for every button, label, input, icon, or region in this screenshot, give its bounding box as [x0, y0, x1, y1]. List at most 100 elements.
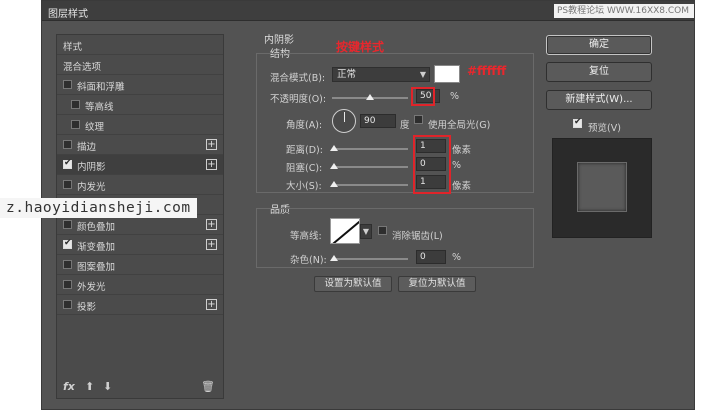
choke-label: 阻塞(C):: [286, 163, 323, 174]
style-item-outer-glow[interactable]: 外发光: [57, 275, 223, 295]
style-item-label: 内阴影: [77, 162, 106, 173]
style-item-contour[interactable]: 等高线: [57, 95, 223, 115]
angle-input[interactable]: 90: [360, 114, 396, 128]
opacity-label: 不透明度(O):: [270, 94, 327, 105]
opacity-highlight: [411, 87, 435, 106]
style-item-label: 外发光: [77, 282, 106, 293]
reset-button[interactable]: 复位: [546, 62, 652, 82]
blend-mode-label: 混合模式(B):: [270, 73, 326, 84]
add-inner-shadow-button[interactable]: +: [206, 159, 217, 170]
move-down-icon[interactable]: ⬇: [103, 380, 112, 393]
watermark-top: PS教程论坛 WWW.16XX8.COM: [554, 4, 694, 18]
distance-unit: 像素: [452, 145, 472, 156]
color-annotation: #ffffff: [467, 64, 507, 78]
styles-panel-toolbar: fx ⬆ ⬇ 🗑: [57, 376, 223, 398]
shadow-color-swatch[interactable]: [434, 65, 460, 83]
contour-label: 等高线:: [290, 231, 322, 242]
style-item-gradient-overlay[interactable]: 渐变叠加 +: [57, 235, 223, 255]
antialias-checkbox[interactable]: [378, 226, 387, 235]
contour-dropdown[interactable]: ▼: [360, 224, 372, 239]
noise-unit: %: [452, 252, 462, 263]
opacity-slider-thumb[interactable]: [366, 94, 374, 100]
ok-button[interactable]: 确定: [546, 35, 652, 55]
style-item-label: 描边: [77, 142, 97, 153]
style-item-label: 斜面和浮雕: [77, 82, 125, 93]
size-slider[interactable]: [332, 184, 408, 186]
style-item-drop-shadow[interactable]: 投影 +: [57, 295, 223, 315]
fx-icon[interactable]: fx: [63, 380, 75, 393]
color-overlay-checkbox[interactable]: [63, 220, 72, 229]
angle-dial[interactable]: [332, 109, 356, 133]
size-label: 大小(S):: [286, 181, 322, 192]
angle-label: 角度(A):: [286, 120, 323, 131]
pattern-overlay-checkbox[interactable]: [63, 260, 72, 269]
set-default-button[interactable]: 设置为默认值: [314, 276, 392, 292]
noise-slider[interactable]: [332, 258, 408, 260]
distance-slider[interactable]: [332, 148, 408, 150]
global-light-label: 使用全局光(G): [428, 120, 491, 131]
style-item-label: 内发光: [77, 182, 106, 193]
style-preview: [552, 138, 652, 238]
style-item-inner-glow[interactable]: 内发光: [57, 175, 223, 195]
noise-input[interactable]: 0: [416, 250, 446, 264]
gradient-overlay-checkbox[interactable]: [63, 238, 72, 249]
style-item-label: 图案叠加: [77, 262, 116, 273]
outer-glow-checkbox[interactable]: [63, 280, 72, 289]
trash-icon[interactable]: 🗑: [201, 380, 215, 393]
blend-mode-value: 正常: [337, 69, 357, 80]
reset-default-button[interactable]: 复位为默认值: [398, 276, 476, 292]
style-item-label: 颜色叠加: [77, 222, 116, 233]
add-gradient-overlay-button[interactable]: +: [206, 239, 217, 250]
style-item-label: 纹理: [85, 122, 105, 133]
style-item-inner-shadow[interactable]: 内阴影 +: [57, 155, 223, 175]
title-bar: 图层样式 × PS教程论坛 WWW.16XX8.COM: [42, 1, 694, 21]
add-color-overlay-button[interactable]: +: [206, 219, 217, 230]
choke-slider-thumb[interactable]: [330, 163, 338, 169]
style-item-bevel-emboss[interactable]: 斜面和浮雕: [57, 75, 223, 95]
noise-label: 杂色(N):: [290, 255, 327, 266]
size-unit: 像素: [452, 181, 472, 192]
distance-slider-thumb[interactable]: [330, 145, 338, 151]
contour-preview[interactable]: [330, 218, 360, 244]
antialias-label: 消除锯齿(L): [392, 231, 443, 242]
watermark-middle: z.haoyidiansheji.com: [0, 198, 197, 218]
styles-header: 样式: [63, 42, 83, 53]
noise-slider-thumb[interactable]: [330, 255, 338, 261]
texture-checkbox[interactable]: [71, 120, 80, 129]
style-preview-swatch: [577, 162, 627, 212]
move-up-icon[interactable]: ⬆: [85, 380, 94, 393]
style-item-label: 渐变叠加: [77, 242, 116, 253]
global-light-checkbox[interactable]: [414, 115, 423, 124]
inner-shadow-section-title: 内阴影: [264, 35, 294, 46]
add-drop-shadow-button[interactable]: +: [206, 299, 217, 310]
style-item-label: 等高线: [85, 102, 114, 113]
blend-options-label: 混合选项: [63, 62, 102, 73]
inner-glow-checkbox[interactable]: [63, 180, 72, 189]
style-item-stroke[interactable]: 描边 +: [57, 135, 223, 155]
blend-mode-select[interactable]: 正常 ▼: [332, 67, 430, 82]
bevel-emboss-checkbox[interactable]: [63, 80, 72, 89]
angle-unit: 度: [400, 120, 410, 131]
choke-slider[interactable]: [332, 166, 408, 168]
chevron-down-icon: ▼: [362, 227, 369, 236]
contour-checkbox[interactable]: [71, 100, 80, 109]
structure-values-highlight: [413, 135, 451, 194]
style-item-texture[interactable]: 纹理: [57, 115, 223, 135]
inner-shadow-checkbox[interactable]: [63, 158, 72, 169]
preview-checkbox[interactable]: [573, 117, 582, 128]
style-item-color-overlay[interactable]: 颜色叠加 +: [57, 215, 223, 235]
distance-label: 距离(D):: [286, 145, 323, 156]
style-item-pattern-overlay[interactable]: 图案叠加: [57, 255, 223, 275]
chevron-down-icon: ▼: [419, 70, 426, 79]
choke-unit: %: [452, 160, 462, 171]
styles-header-row[interactable]: 样式: [57, 35, 223, 55]
drop-shadow-checkbox[interactable]: [63, 300, 72, 309]
add-stroke-button[interactable]: +: [206, 139, 217, 150]
style-item-label: 投影: [77, 302, 97, 313]
dialog-title: 图层样式: [48, 9, 88, 20]
new-style-button[interactable]: 新建样式(W)...: [546, 90, 652, 110]
stroke-checkbox[interactable]: [63, 140, 72, 149]
preview-label: 预览(V): [588, 123, 621, 134]
size-slider-thumb[interactable]: [330, 181, 338, 187]
blend-options-row[interactable]: 混合选项: [57, 55, 223, 75]
